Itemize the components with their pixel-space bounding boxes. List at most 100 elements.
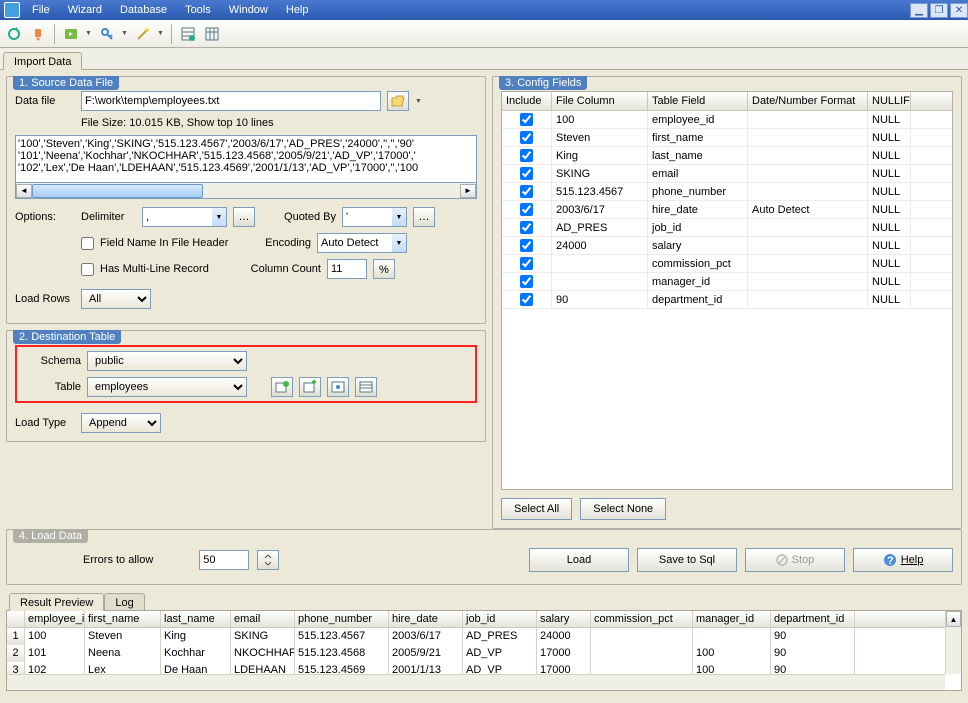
include-checkbox[interactable] [520,257,533,270]
cell-file-column[interactable]: 90 [552,291,648,308]
errors-allow-input[interactable] [199,550,249,570]
rh-manager-id[interactable]: manager_id [693,611,771,627]
result-row[interactable]: 1100StevenKingSKING515.123.45672003/6/17… [7,628,961,645]
cell-table-field[interactable]: job_id [648,219,748,236]
cell-file-column[interactable]: AD_PRES [552,219,648,236]
data-file-input[interactable] [81,91,381,111]
result-hscrollbar[interactable] [7,674,945,690]
cell-nullif[interactable]: NULL [868,129,911,146]
col-format[interactable]: Date/Number Format [748,92,868,110]
config-row[interactable]: 90department_idNULL [502,291,952,309]
table-action2-button[interactable] [299,377,321,397]
rh-hire-date[interactable]: hire_date [389,611,463,627]
toolbar-run-icon[interactable] [61,24,81,44]
result-cell[interactable]: 100 [693,645,771,662]
result-cell[interactable]: Steven [85,628,161,645]
result-cell[interactable]: 17000 [537,645,591,662]
config-row[interactable]: SKINGemailNULL [502,165,952,183]
result-cell[interactable]: 515.123.4568 [295,645,389,662]
config-row[interactable]: manager_idNULL [502,273,952,291]
cell-table-field[interactable]: commission_pct [648,255,748,272]
select-none-button[interactable]: Select None [580,498,666,520]
toolbar-magic-icon[interactable] [133,24,153,44]
restore-button[interactable]: ❐ [930,3,948,18]
errors-spinner[interactable] [257,550,279,570]
delimiter-combo[interactable]: ▼ [142,207,227,227]
include-checkbox[interactable] [520,113,533,126]
rh-first-name[interactable]: first_name [85,611,161,627]
result-cell[interactable]: AD_VP [463,645,537,662]
rh-employee-id[interactable]: employee_id [25,611,85,627]
cell-format[interactable]: Auto Detect [748,201,868,218]
config-row[interactable]: 2003/6/17hire_dateAuto DetectNULL [502,201,952,219]
result-cell[interactable]: AD_PRES [463,628,537,645]
config-row[interactable]: 100employee_idNULL [502,111,952,129]
select-all-button[interactable]: Select All [501,498,572,520]
cell-nullif[interactable]: NULL [868,111,911,128]
toolbar-alert-icon[interactable] [28,24,48,44]
result-cell[interactable]: 101 [25,645,85,662]
rh-department-id[interactable]: department_id [771,611,855,627]
cell-format[interactable] [748,147,868,164]
encoding-combo[interactable]: ▼ [317,233,407,253]
include-checkbox[interactable] [520,239,533,252]
toolbar-grid1-icon[interactable] [178,24,198,44]
chevron-down-icon[interactable]: ▼ [212,207,227,227]
column-count-refresh-button[interactable]: % [373,259,395,279]
menu-help[interactable]: Help [278,2,317,18]
cell-file-column[interactable]: Steven [552,129,648,146]
cell-nullif[interactable]: NULL [868,219,911,236]
load-button[interactable]: Load [529,548,629,572]
scroll-thumb[interactable] [32,184,203,198]
schema-select[interactable]: public [87,351,247,371]
cell-format[interactable] [748,273,868,290]
config-row[interactable]: 24000salaryNULL [502,237,952,255]
quoted-input[interactable] [342,207,392,227]
cell-nullif[interactable]: NULL [868,201,911,218]
load-type-select[interactable]: Append [81,413,161,433]
result-cell[interactable]: 515.123.4567 [295,628,389,645]
multiline-checkbox[interactable] [81,263,94,276]
chevron-down-icon[interactable]: ▼ [392,233,407,253]
minimize-button[interactable]: ▁ [910,3,928,18]
toolbar-key-icon[interactable] [97,24,117,44]
cell-nullif[interactable]: NULL [868,273,911,290]
quoted-combo[interactable]: ▼ [342,207,407,227]
delimiter-input[interactable] [142,207,212,227]
include-checkbox[interactable] [520,167,533,180]
cell-file-column[interactable]: 24000 [552,237,648,254]
table-action4-button[interactable] [355,377,377,397]
cell-format[interactable] [748,165,868,182]
result-cell[interactable]: NKOCHHAF [231,645,295,662]
tab-import-data[interactable]: Import Data [3,52,82,70]
cell-nullif[interactable]: NULL [868,165,911,182]
table-action3-button[interactable] [327,377,349,397]
cell-table-field[interactable]: last_name [648,147,748,164]
result-cell[interactable] [591,628,693,645]
chevron-down-icon[interactable]: ▼ [392,207,407,227]
result-cell[interactable]: 2003/6/17 [389,628,463,645]
cell-table-field[interactable]: phone_number [648,183,748,200]
include-checkbox[interactable] [520,221,533,234]
toolbar-magic-dropdown[interactable]: ▼ [157,30,165,37]
cell-table-field[interactable]: salary [648,237,748,254]
cell-format[interactable] [748,237,868,254]
result-vscrollbar[interactable]: ▲ [945,611,961,674]
result-cell[interactable]: 90 [771,645,855,662]
result-cell[interactable]: Neena [85,645,161,662]
field-name-header-checkbox[interactable] [81,237,94,250]
include-checkbox[interactable] [520,185,533,198]
help-button[interactable]: ? Help [853,548,953,572]
cell-file-column[interactable]: King [552,147,648,164]
config-row[interactable]: 515.123.4567phone_numberNULL [502,183,952,201]
toolbar-refresh-icon[interactable] [4,24,24,44]
cell-format[interactable] [748,219,868,236]
tab-result-preview[interactable]: Result Preview [9,593,104,611]
rh-last-name[interactable]: last_name [161,611,231,627]
cell-table-field[interactable]: first_name [648,129,748,146]
cell-format[interactable] [748,255,868,272]
quoted-ellipsis-button[interactable]: … [413,207,435,227]
cell-file-column[interactable] [552,273,648,290]
stop-button[interactable]: Stop [745,548,845,572]
preview-hscrollbar[interactable]: ◄ ► [15,183,477,199]
